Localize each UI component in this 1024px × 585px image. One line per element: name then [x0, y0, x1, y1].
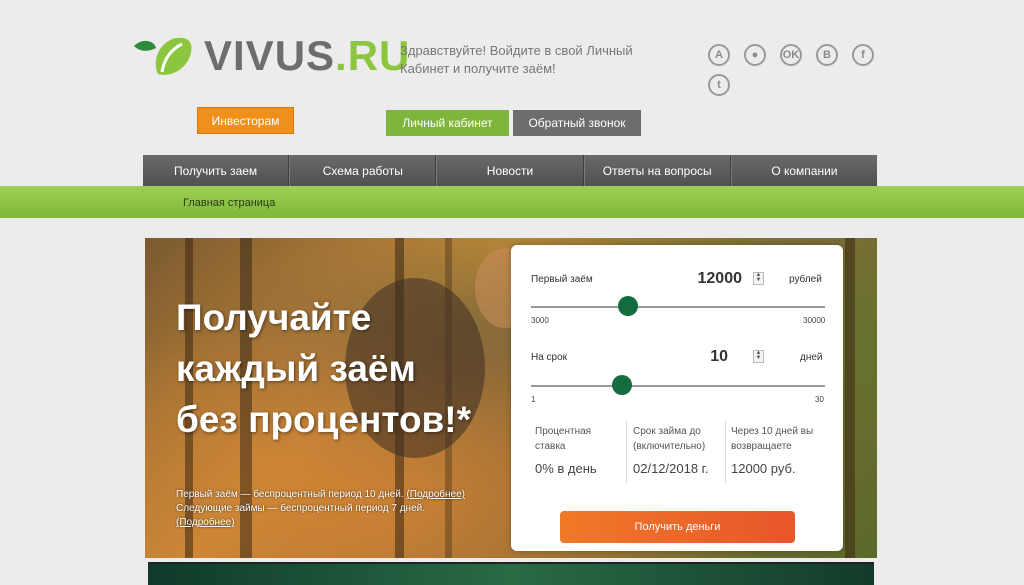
- nav-item-get-loan[interactable]: Получить заем: [143, 155, 290, 187]
- info-divider: [626, 420, 627, 484]
- logo-main-text: VIVUS: [204, 32, 336, 79]
- return-amount-label: Через 10 дней вы возвращаете: [731, 426, 814, 452]
- return-amount-value: 12000 руб.: [731, 461, 796, 476]
- term-min: 1: [531, 395, 536, 404]
- term-label: На срок: [531, 352, 568, 363]
- nav-item-how-it-works[interactable]: Схема работы: [289, 155, 437, 187]
- details-link-first[interactable]: (Подробнее): [406, 489, 465, 500]
- nav-item-faq[interactable]: Ответы на вопросы: [583, 155, 731, 187]
- personal-cabinet-button[interactable]: Личный кабинет: [386, 110, 509, 136]
- term-stepper[interactable]: ▲ ▼: [753, 350, 764, 363]
- greeting-text: Здравствуйте! Войдите в свой Личный Каби…: [400, 43, 633, 76]
- rate-value: 0% в день: [535, 461, 597, 476]
- social-links: A ● OK Bf t: [708, 44, 888, 96]
- main-nav: Получить заем Схема работы Новости Ответ…: [143, 155, 877, 187]
- due-date-label: Срок займа до (включительно): [633, 426, 706, 452]
- breadcrumb-bar: [0, 186, 1024, 218]
- hero-footnote: Первый заём — беспроцентный период 10 дн…: [176, 488, 476, 530]
- info-divider: [725, 420, 726, 484]
- hero-note-next-loans: Следующие займы — беспроцентный период 7…: [176, 503, 426, 514]
- vkontakte-icon[interactable]: B: [816, 44, 838, 66]
- amount-min: 3000: [531, 316, 549, 325]
- term-value[interactable]: 10: [680, 348, 728, 366]
- investors-button[interactable]: Инвесторам: [197, 107, 294, 134]
- nav-item-about[interactable]: О компании: [730, 155, 877, 187]
- amount-slider-handle[interactable]: [618, 296, 639, 316]
- twitter-icon[interactable]: t: [708, 74, 730, 96]
- amount-label: Первый заём: [531, 274, 593, 285]
- hero-note-first-loan: Первый заём — беспроцентный период 10 дн…: [176, 489, 407, 500]
- term-slider-handle[interactable]: [612, 375, 633, 395]
- logo[interactable]: VIVUS.RU: [132, 32, 410, 80]
- facebook-icon[interactable]: f: [852, 44, 874, 66]
- loan-calculator: [511, 245, 843, 551]
- breadcrumb[interactable]: Главная страница: [183, 197, 275, 209]
- android-icon[interactable]: A: [708, 44, 730, 66]
- apple-icon[interactable]: ●: [744, 44, 766, 66]
- logo-text: VIVUS.RU: [204, 34, 410, 78]
- hero-title-line-3: без процентов!*: [176, 399, 472, 440]
- term-unit: дней: [800, 352, 823, 363]
- nav-item-news[interactable]: Новости: [436, 155, 584, 187]
- details-link-next[interactable]: (Подробнее): [176, 517, 235, 528]
- callback-button[interactable]: Обратный звонок: [513, 110, 641, 136]
- term-max: 30: [815, 395, 824, 404]
- secondary-banner: [148, 562, 874, 585]
- hero-title: Получайте каждый заём без процентов!*: [176, 292, 496, 445]
- logo-leaf-icon: [132, 34, 194, 78]
- get-money-button[interactable]: Получить деньги: [560, 511, 795, 543]
- rate-label: Процентная ставка: [535, 426, 592, 452]
- term-slider-track[interactable]: [531, 385, 825, 387]
- hero-title-line-1: Получайте: [176, 297, 372, 338]
- amount-value[interactable]: 12000: [680, 270, 743, 288]
- odnoklassniki-icon[interactable]: OK: [780, 44, 802, 66]
- amount-unit: рублей: [789, 274, 822, 285]
- amount-slider-track[interactable]: [531, 306, 825, 308]
- amount-stepper[interactable]: ▲ ▼: [753, 272, 764, 285]
- due-date-value: 02/12/2018 г.: [633, 461, 709, 476]
- amount-max: 30000: [803, 316, 826, 325]
- hero-title-line-2: каждый заём: [176, 348, 416, 389]
